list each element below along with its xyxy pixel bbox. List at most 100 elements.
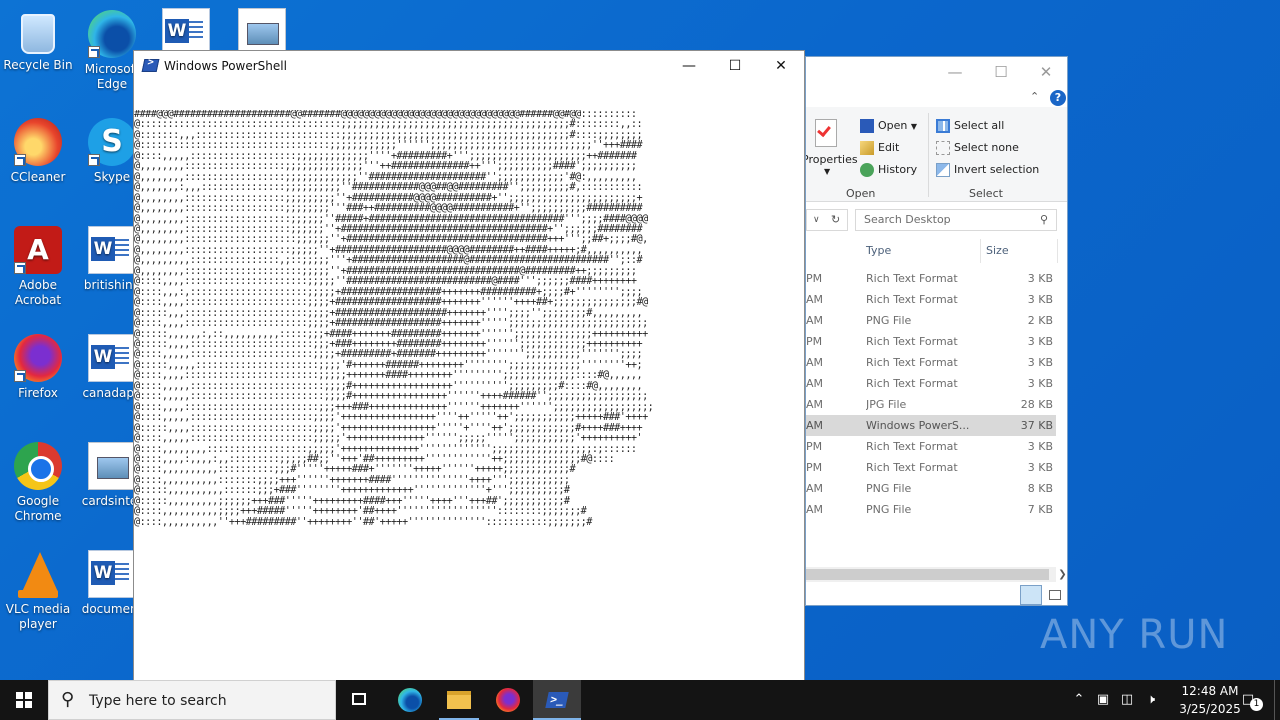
file-row[interactable]: AM Rich Text Format 3 KB (806, 352, 1056, 373)
desktop-icon-firefox[interactable]: Firefox (0, 328, 76, 401)
explorer-ribbon: Properties ▼ Open ▼ Edit History Select … (805, 107, 1067, 202)
powershell-window[interactable]: Windows PowerShell — ☐ ✕ ####@@@########… (133, 50, 805, 681)
file-row[interactable]: AM Rich Text Format 3 KB (806, 289, 1056, 310)
file-size-cell: 3 KB (1027, 440, 1053, 453)
file-type-cell: PNG File (866, 503, 912, 516)
folder-icon (447, 691, 471, 709)
file-row[interactable]: PM Rich Text Format 3 KB (806, 268, 1056, 289)
network-icon[interactable]: ◫ (1116, 680, 1138, 720)
desktop-icon-vlc[interactable]: VLC media player (0, 544, 76, 632)
file-row[interactable]: PM Rich Text Format 3 KB (806, 331, 1056, 352)
network-meeting-icon[interactable]: ▣ (1092, 680, 1114, 720)
start-button[interactable] (0, 680, 48, 720)
word-document-icon: W (88, 550, 136, 598)
file-row[interactable]: PM Rich Text Format 3 KB (806, 457, 1056, 478)
properties-label: Properties (805, 153, 858, 166)
properties-dropdown-icon[interactable]: ▼ (824, 167, 830, 176)
volume-icon[interactable]: 🕨 (1140, 680, 1162, 720)
powershell-icon (141, 59, 160, 72)
invert-selection-button[interactable]: Invert selection (936, 163, 1039, 177)
taskbar-edge[interactable] (386, 680, 434, 720)
word-document-icon: W (162, 8, 210, 56)
properties-button[interactable]: Properties (805, 153, 858, 166)
anyrun-watermark: ANY RUN (1040, 612, 1229, 658)
refresh-icon[interactable]: ↻ (831, 210, 840, 230)
image-file-icon (88, 442, 136, 490)
file-row[interactable]: AM PNG File 7 KB (806, 499, 1056, 520)
edit-label: Edit (878, 141, 900, 154)
address-bar[interactable]: ∨ ↻ (806, 209, 848, 231)
horizontal-scrollbar[interactable] (806, 567, 1056, 582)
ribbon-collapse-chevron-icon[interactable]: ⌃ (1030, 90, 1039, 103)
file-size-cell: 3 KB (1027, 377, 1053, 390)
column-divider (980, 239, 981, 263)
file-time-cell: PM (806, 272, 823, 285)
task-view-button[interactable] (336, 680, 384, 720)
powershell-titlebar[interactable]: Windows PowerShell — ☐ ✕ (134, 51, 804, 81)
history-button[interactable]: History (860, 163, 917, 177)
ribbon-group-open-label: Open (846, 187, 876, 200)
column-header-size[interactable]: Size (986, 239, 1009, 263)
file-size-cell: 3 KB (1027, 461, 1053, 474)
minimize-icon[interactable]: — (666, 51, 712, 81)
file-row[interactable]: AM PNG File 8 KB (806, 478, 1056, 499)
edit-button[interactable]: Edit (860, 141, 899, 155)
taskbar-search-box[interactable]: ⚲ Type here to search (48, 680, 336, 720)
explorer-titlebar: — ☐ ✕ (806, 57, 1067, 89)
desktop-icon-adobe-acrobat[interactable]: A Adobe Acrobat (0, 220, 76, 308)
search-input[interactable]: Search Desktop ⚲ (855, 209, 1057, 231)
open-label: Open (878, 119, 908, 132)
notification-center-button[interactable]: □ 1 (1236, 680, 1263, 720)
scrollbar-thumb[interactable] (806, 569, 1049, 580)
open-button[interactable]: Open ▼ (860, 119, 917, 133)
close-icon[interactable]: ✕ (1023, 57, 1067, 87)
minimize-icon[interactable]: — (932, 57, 978, 87)
file-row[interactable]: PM Rich Text Format 3 KB (806, 436, 1056, 457)
shortcut-arrow-icon (14, 370, 26, 382)
file-row[interactable]: AM Windows PowerS... 37 KB (806, 415, 1056, 436)
column-header-type[interactable]: Type (866, 239, 891, 263)
taskbar: ⚲ Type here to search >_ ⌃ ▣ ◫ 🕨 12:48 A… (0, 680, 1280, 720)
file-type-cell: PNG File (866, 482, 912, 495)
show-desktop-button[interactable] (1274, 680, 1280, 720)
maximize-icon[interactable]: ☐ (978, 57, 1024, 87)
file-row[interactable]: AM PNG File 2 KB (806, 310, 1056, 331)
large-icons-view-icon[interactable] (1044, 585, 1066, 605)
taskbar-powershell[interactable]: >_ (533, 680, 581, 720)
file-type-cell: Windows PowerS... (866, 419, 970, 432)
console-output[interactable]: ####@@@#####################@@#######@@@… (134, 110, 804, 650)
scroll-right-icon[interactable]: ❯ (1056, 567, 1067, 582)
file-time-cell: AM (806, 314, 824, 327)
desktop-icon-ccleaner[interactable]: CCleaner (0, 112, 76, 185)
file-row[interactable]: AM Rich Text Format 3 KB (806, 373, 1056, 394)
properties-icon (815, 119, 837, 147)
desktop-icon-recycle-bin[interactable]: Recycle Bin (0, 4, 76, 73)
show-hidden-icons-chevron-icon[interactable]: ⌃ (1068, 680, 1090, 720)
file-size-cell: 3 KB (1027, 272, 1053, 285)
taskbar-file-explorer[interactable] (435, 680, 483, 720)
select-all-button[interactable]: Select all (936, 119, 1004, 133)
window-title: Windows PowerShell (164, 59, 287, 73)
taskbar-firefox[interactable] (484, 680, 532, 720)
invert-selection-label: Invert selection (954, 163, 1040, 176)
close-icon[interactable]: ✕ (758, 51, 804, 81)
chevron-down-icon[interactable]: ∨ (813, 210, 820, 230)
select-none-button[interactable]: Select none (936, 141, 1019, 155)
details-view-icon[interactable] (1020, 585, 1042, 605)
skype-icon: S (88, 118, 136, 166)
task-view-icon (352, 693, 366, 705)
column-divider (1057, 239, 1058, 263)
help-icon[interactable]: ? (1050, 90, 1066, 106)
file-size-cell: 8 KB (1027, 482, 1053, 495)
ccleaner-icon (14, 118, 62, 166)
history-icon (860, 163, 874, 177)
file-explorer-window[interactable]: — ☐ ✕ ⌃ ? Properties ▼ Open ▼ Edit Histo… (805, 56, 1068, 606)
desktop-icon-google-chrome[interactable]: Google Chrome (0, 436, 76, 524)
open-dropdown-icon: ▼ (910, 122, 918, 131)
select-none-icon (936, 141, 950, 155)
maximize-icon[interactable]: ☐ (712, 51, 758, 81)
file-size-cell: 3 KB (1027, 293, 1053, 306)
file-type-cell: Rich Text Format (866, 440, 958, 453)
file-time-cell: PM (806, 461, 823, 474)
file-row[interactable]: AM JPG File 28 KB (806, 394, 1056, 415)
